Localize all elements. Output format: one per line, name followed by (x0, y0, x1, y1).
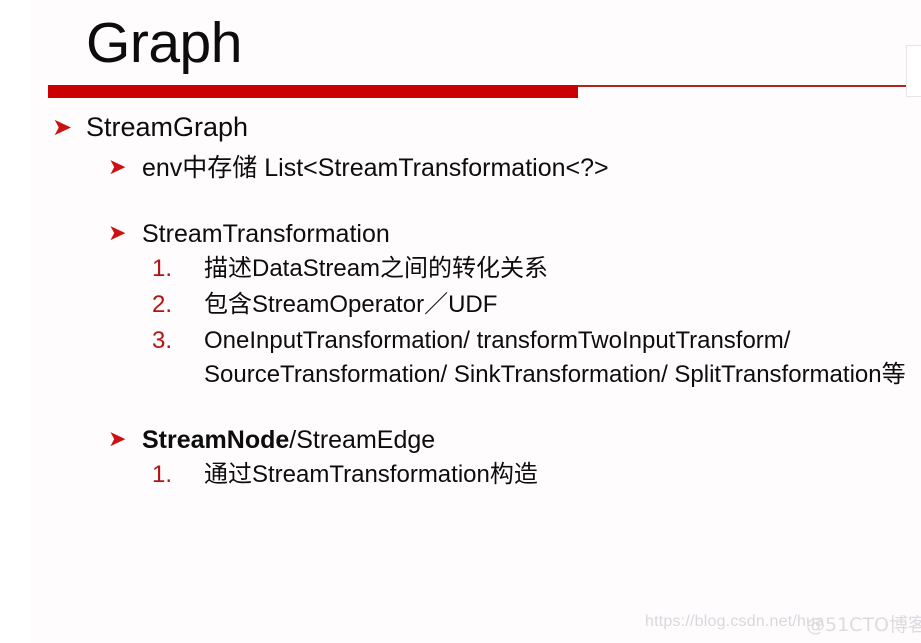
list-item-number: 1. (152, 255, 173, 282)
numbered-list-transformation: 1. 描述DataStream之间的转化关系 2. 包含StreamOperat… (30, 252, 921, 392)
list-item-text: 描述DataStream之间的转化关系 (204, 255, 549, 282)
sub-bullet-label: StreamNode/StreamEdge (142, 424, 435, 456)
page-title: Graph (86, 11, 242, 75)
bullet-label: StreamGraph (86, 112, 249, 142)
list-item: 3. OneInputTransformation/ transformTwoI… (152, 324, 921, 392)
bullet-stream-graph: ➤ StreamGraph (30, 110, 921, 144)
arrow-bullet-icon: ➤ (108, 221, 127, 246)
list-item-text: 通过StreamTransformation构造 (204, 461, 538, 488)
list-item-text: 包含StreamOperator／UDF (204, 291, 498, 318)
arrow-bullet-icon: ➤ (52, 113, 73, 141)
list-item: 1. 描述DataStream之间的转化关系 (152, 252, 921, 286)
slide-body: ➤ StreamGraph ➤ env中存储 List<StreamTransf… (30, 110, 921, 494)
image-placeholder-card[interactable] (906, 45, 921, 97)
arrow-bullet-icon: ➤ (108, 427, 127, 452)
sub-bullet-label: env中存储 List<StreamTransformation<?> (142, 154, 609, 182)
list-item: 2. 包含StreamOperator／UDF (152, 288, 921, 322)
list-item-text: OneInputTransformation/ transformTwoInpu… (204, 327, 906, 388)
label-bold-part: StreamNode (142, 426, 290, 454)
list-item: 1. 通过StreamTransformation构造 (152, 458, 921, 492)
list-item-number: 2. (152, 291, 173, 318)
slide-screenshot: Graph ➤ StreamGraph ➤ env中存储 List<Stream… (0, 0, 921, 643)
list-item-number: 1. (152, 461, 173, 488)
list-item-number: 3. (152, 327, 173, 354)
slide-canvas: Graph ➤ StreamGraph ➤ env中存储 List<Stream… (30, 0, 921, 643)
title-underline-thick (48, 85, 578, 98)
sub-bullet-env-storage: ➤ env中存储 List<StreamTransformation<?> (30, 152, 921, 184)
sub-bullet-label: StreamTransformation (142, 220, 390, 248)
arrow-bullet-icon: ➤ (108, 155, 127, 180)
numbered-list-stream-node: 1. 通过StreamTransformation构造 (30, 458, 921, 492)
label-rest-part: /StreamEdge (289, 426, 436, 454)
sub-bullet-stream-transformation: ➤ StreamTransformation (30, 218, 921, 250)
sub-bullet-stream-node-edge: ➤ StreamNode/StreamEdge (30, 424, 921, 456)
